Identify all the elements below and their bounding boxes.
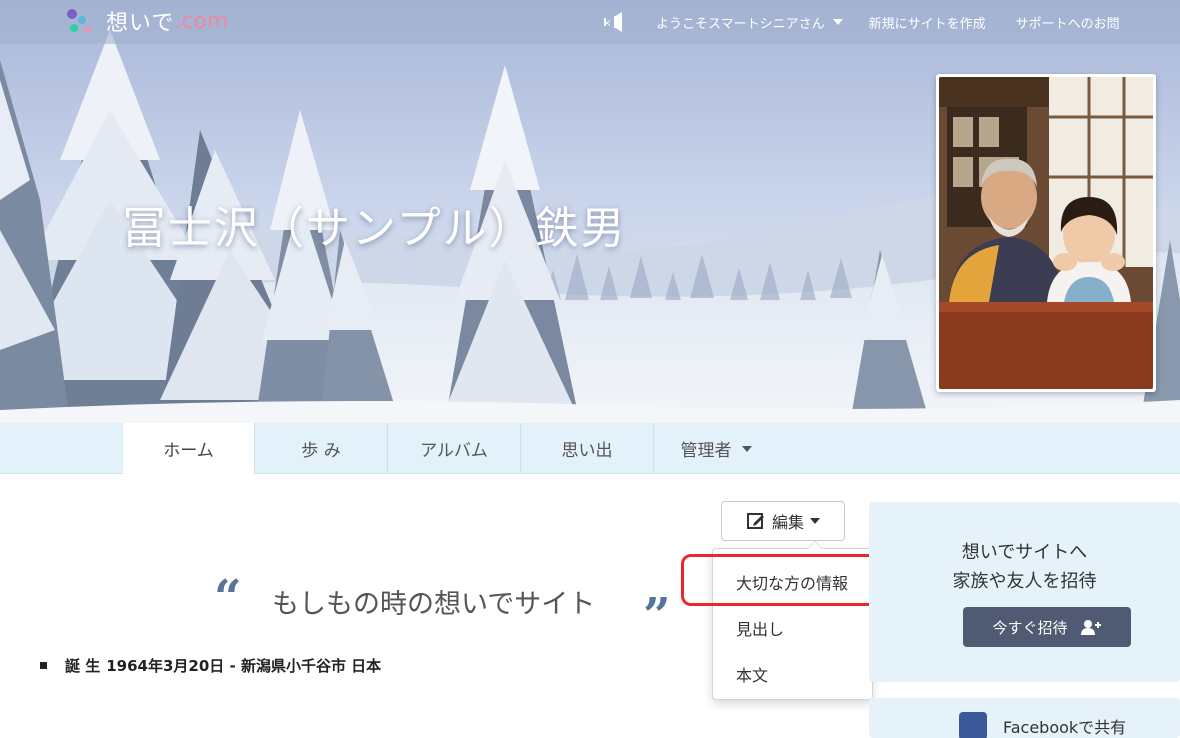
logo-suffix: .com — [174, 8, 229, 34]
facebook-share-label: Facebookで共有 — [1003, 718, 1127, 737]
create-site-link[interactable]: 新規にサイトを作成 — [869, 13, 986, 32]
page-title: 冨士沢（サンプル）鉄男 — [122, 203, 627, 254]
open-quote-mark: “ — [214, 570, 242, 626]
tab-label: アルバム — [420, 441, 488, 461]
profile-photo — [936, 74, 1156, 392]
add-person-icon — [1080, 620, 1101, 635]
tab-admin[interactable]: 管理者 — [654, 423, 778, 474]
site-logo[interactable]: 想いで .com — [62, 6, 228, 36]
invite-title-line2: 家族や友人を招待 — [952, 571, 1097, 592]
support-link[interactable]: サポートへのお問 — [1016, 13, 1120, 32]
tab-album[interactable]: アルバム — [388, 423, 521, 474]
logo-mark-icon — [67, 9, 91, 33]
tab-home[interactable]: ホーム — [123, 423, 255, 474]
tab-label: 管理者 — [680, 441, 732, 461]
top-navigation-bar: 想いで .com × ようこそスマートシニアさん 新規にサイトを作成 サポートへ… — [0, 0, 1180, 44]
welcome-text: ようこそスマートシニアさん — [656, 16, 825, 32]
bullet-icon — [40, 662, 47, 669]
invite-button-label: 今すぐ招待 — [992, 618, 1068, 637]
tab-label: 思い出 — [561, 441, 613, 461]
tab-label: ホーム — [163, 441, 214, 461]
close-quote-mark: ” — [643, 588, 671, 644]
invite-card: 想いでサイトへ 家族や友人を招待 今すぐ招待 — [869, 502, 1180, 682]
invite-title-line1: 想いでサイトへ — [961, 542, 1088, 563]
chevron-down-icon — [810, 518, 820, 524]
tab-history[interactable]: 歩 み — [255, 423, 388, 474]
main-tabs: ホーム 歩 み アルバム 思い出 管理者 — [0, 423, 1180, 474]
facebook-icon — [959, 712, 987, 738]
menu-item-body-text[interactable]: 本文 — [736, 662, 768, 686]
birth-info: 誕 生 1964年3月20日 - 新潟県小千谷市 日本 — [40, 655, 381, 676]
chevron-down-icon — [832, 19, 843, 25]
edit-button[interactable]: 編集 — [721, 501, 845, 541]
edit-pencil-icon — [746, 513, 764, 529]
portrait-image — [939, 77, 1153, 389]
birth-value: 1964年3月20日 - 新潟県小千谷市 日本 — [106, 657, 382, 675]
hero-banner: 想いで .com × ようこそスマートシニアさん 新規にサイトを作成 サポートへ… — [0, 0, 1180, 423]
tab-memories[interactable]: 思い出 — [521, 423, 654, 474]
birth-label: 誕 生 — [65, 657, 101, 675]
logo-text: 想いで — [106, 11, 175, 36]
tab-label: 歩 み — [301, 441, 341, 461]
user-menu-toggle[interactable]: ようこそスマートシニアさん — [656, 13, 843, 32]
facebook-share-card[interactable]: Facebookで共有 — [869, 698, 1180, 738]
highlight-annotation — [681, 554, 894, 606]
mute-sound-icon[interactable]: × — [600, 10, 630, 34]
invite-now-button[interactable]: 今すぐ招待 — [963, 607, 1131, 647]
menu-item-heading[interactable]: 見出し — [736, 616, 784, 640]
edit-button-label: 編集 — [771, 513, 804, 532]
chevron-down-icon — [741, 445, 752, 452]
site-tagline: もしもの時の想いでサイト — [272, 589, 596, 620]
svg-text:×: × — [603, 18, 611, 29]
